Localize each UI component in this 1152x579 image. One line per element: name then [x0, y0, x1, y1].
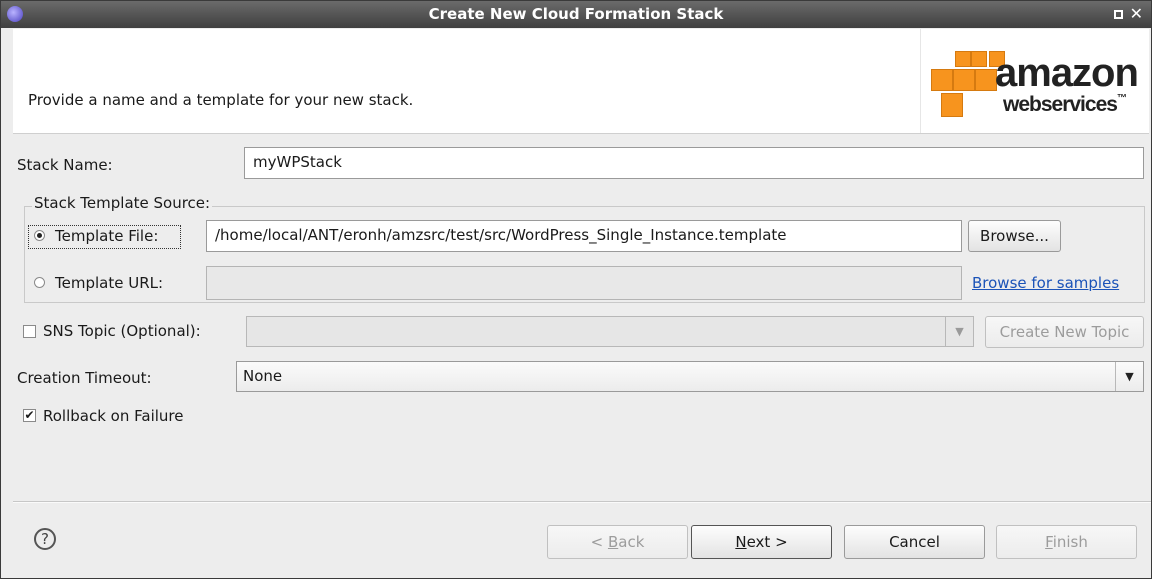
creation-timeout-select[interactable]: None ▼: [236, 361, 1144, 392]
dialog-window: Create New Cloud Formation Stack ✕ Provi…: [0, 0, 1152, 579]
template-url-radio[interactable]: [34, 277, 45, 288]
template-url-label[interactable]: Template URL:: [55, 274, 163, 292]
next-button[interactable]: Next >: [691, 525, 832, 559]
create-new-topic-button[interactable]: Create New Topic: [985, 316, 1144, 348]
window-title: Create New Cloud Formation Stack: [428, 5, 724, 23]
stack-name-input[interactable]: myWPStack: [244, 147, 1144, 179]
chevron-down-icon[interactable]: ▼: [945, 317, 973, 346]
aws-logo: amazon webservices™: [920, 29, 1150, 133]
aws-logo-subtext: webservices™: [1003, 93, 1127, 116]
close-icon[interactable]: ✕: [1130, 4, 1143, 23]
finish-button[interactable]: Finish: [996, 525, 1137, 559]
header-description: Provide a name and a template for your n…: [28, 91, 414, 109]
template-file-label[interactable]: Template File:: [55, 227, 158, 245]
cancel-button[interactable]: Cancel: [844, 525, 985, 559]
maximize-icon[interactable]: [1114, 10, 1123, 19]
title-bar[interactable]: Create New Cloud Formation Stack ✕: [1, 1, 1151, 28]
browse-button[interactable]: Browse...: [968, 220, 1061, 252]
template-url-input[interactable]: [206, 266, 962, 300]
rollback-checkbox[interactable]: ✔: [23, 409, 36, 422]
footer-separator: [13, 501, 1151, 503]
aws-logo-text: amazon: [995, 51, 1139, 95]
browse-samples-link[interactable]: Browse for samples: [972, 274, 1119, 292]
creation-timeout-value: None: [243, 367, 283, 385]
back-button[interactable]: < Back: [547, 525, 688, 559]
wizard-header: Provide a name and a template for your n…: [13, 29, 1149, 134]
rollback-label[interactable]: Rollback on Failure: [43, 407, 183, 425]
sns-topic-label[interactable]: SNS Topic (Optional):: [43, 322, 201, 340]
template-file-radio[interactable]: [34, 230, 45, 241]
sns-topic-select[interactable]: ▼: [246, 316, 974, 347]
sns-topic-checkbox[interactable]: [23, 325, 36, 338]
template-source-label: Stack Template Source:: [32, 194, 213, 212]
help-icon[interactable]: ?: [34, 528, 56, 550]
chevron-down-icon[interactable]: ▼: [1115, 362, 1143, 391]
template-file-input[interactable]: /home/local/ANT/eronh/amzsrc/test/src/Wo…: [206, 220, 962, 252]
stack-name-label: Stack Name:: [17, 156, 113, 174]
creation-timeout-label: Creation Timeout:: [17, 369, 152, 387]
